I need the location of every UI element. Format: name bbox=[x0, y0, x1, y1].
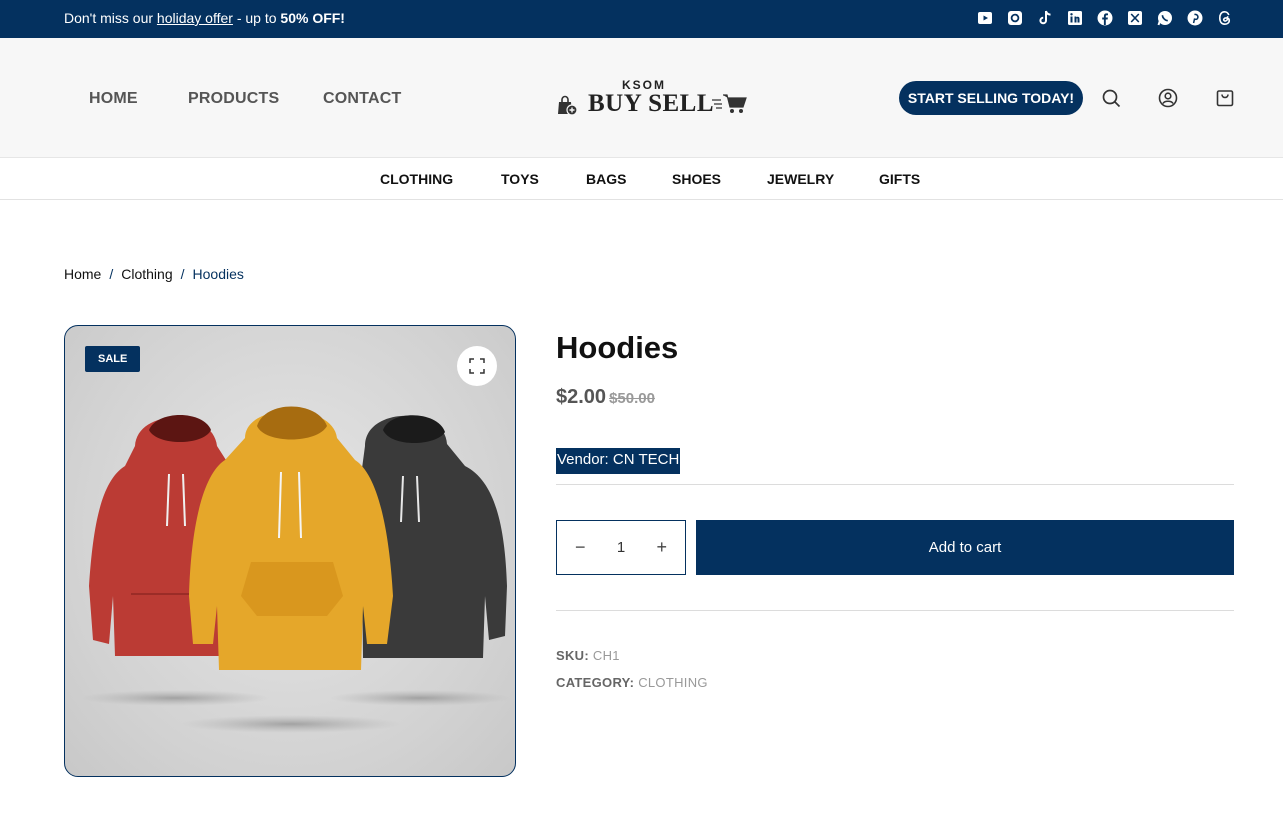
cart-icon[interactable] bbox=[1215, 88, 1235, 108]
sku-label: SKU: bbox=[556, 648, 589, 663]
category-label: CATEGORY: bbox=[556, 675, 635, 690]
product-image[interactable]: SALE bbox=[64, 325, 516, 777]
quantity-value[interactable]: 1 bbox=[617, 539, 625, 556]
breadcrumb-current: Hoodies bbox=[192, 266, 244, 282]
nav-contact[interactable]: CONTACT bbox=[323, 90, 401, 108]
category-shoes[interactable]: SHOES bbox=[672, 171, 721, 187]
category-nav: CLOTHING TOYS BAGS SHOES JEWELRY GIFTS bbox=[0, 158, 1283, 200]
quantity-increase-button[interactable]: + bbox=[656, 537, 667, 558]
holiday-offer-link[interactable]: holiday offer bbox=[157, 10, 233, 26]
linkedin-icon[interactable] bbox=[1067, 10, 1083, 26]
sale-price: $2.00 bbox=[556, 386, 607, 408]
product-title: Hoodies bbox=[556, 330, 679, 365]
sku-value: CH1 bbox=[592, 648, 620, 663]
category-jewelry[interactable]: JEWELRY bbox=[767, 171, 834, 187]
announcement-bar: Don't miss our holiday offer - up to 50%… bbox=[0, 0, 1283, 38]
breadcrumb-separator: / bbox=[180, 266, 185, 282]
category-bags[interactable]: BAGS bbox=[586, 171, 626, 187]
expand-icon bbox=[469, 358, 485, 374]
hoodies-image bbox=[80, 406, 510, 733]
tiktok-icon[interactable] bbox=[1037, 10, 1053, 26]
divider bbox=[556, 610, 1234, 611]
pinterest-icon[interactable] bbox=[1187, 10, 1203, 26]
social-links bbox=[977, 10, 1233, 26]
whatsapp-icon[interactable] bbox=[1157, 10, 1173, 26]
start-selling-button[interactable]: START SELLING TODAY! bbox=[899, 81, 1083, 115]
quantity-decrease-button[interactable]: − bbox=[575, 537, 586, 558]
search-icon[interactable] bbox=[1101, 88, 1121, 108]
site-header: HOME PRODUCTS CONTACT KSOM BUY SELL STAR… bbox=[0, 38, 1283, 158]
category-link[interactable]: CLOTHING bbox=[638, 675, 708, 690]
nav-products[interactable]: PRODUCTS bbox=[188, 90, 279, 108]
zoom-button[interactable] bbox=[457, 346, 497, 386]
x-icon[interactable] bbox=[1127, 10, 1143, 26]
quantity-stepper: − 1 + bbox=[556, 520, 686, 575]
vendor-label: Vendor: CN TECH bbox=[556, 448, 681, 474]
site-logo[interactable]: KSOM BUY SELL bbox=[556, 78, 748, 122]
breadcrumb-separator: / bbox=[109, 266, 114, 282]
breadcrumb: Home / Clothing / Hoodies bbox=[64, 266, 244, 282]
breadcrumb-home[interactable]: Home bbox=[64, 266, 101, 282]
nav-home[interactable]: HOME bbox=[89, 90, 138, 108]
account-icon[interactable] bbox=[1158, 88, 1178, 108]
youtube-icon[interactable] bbox=[977, 10, 993, 26]
announcement-prefix: Don't miss our bbox=[64, 10, 157, 26]
product-price: $2.00 $50.00 bbox=[556, 386, 655, 409]
add-to-cart-button[interactable]: Add to cart bbox=[696, 520, 1234, 575]
divider bbox=[556, 484, 1234, 485]
cart-logo-icon bbox=[712, 94, 747, 113]
logo-buy-sell: BUY SELL bbox=[588, 90, 715, 117]
breadcrumb-clothing[interactable]: Clothing bbox=[121, 266, 172, 282]
category-row: CATEGORY: CLOTHING bbox=[556, 675, 708, 690]
instagram-icon[interactable] bbox=[1007, 10, 1023, 26]
category-clothing[interactable]: CLOTHING bbox=[380, 171, 453, 187]
announcement-highlight: 50% OFF! bbox=[280, 10, 345, 26]
sale-badge: SALE bbox=[85, 346, 141, 372]
category-gifts[interactable]: GIFTS bbox=[879, 171, 920, 187]
announcement-middle: - up to bbox=[232, 10, 281, 26]
threads-icon[interactable] bbox=[1217, 10, 1233, 26]
facebook-icon[interactable] bbox=[1097, 10, 1113, 26]
announcement-text: Don't miss our holiday offer - up to 50%… bbox=[64, 10, 345, 26]
shopping-bag-icon bbox=[558, 95, 578, 116]
sku-row: SKU: CH1 bbox=[556, 648, 620, 663]
category-toys[interactable]: TOYS bbox=[501, 171, 539, 187]
original-price: $50.00 bbox=[609, 390, 655, 407]
